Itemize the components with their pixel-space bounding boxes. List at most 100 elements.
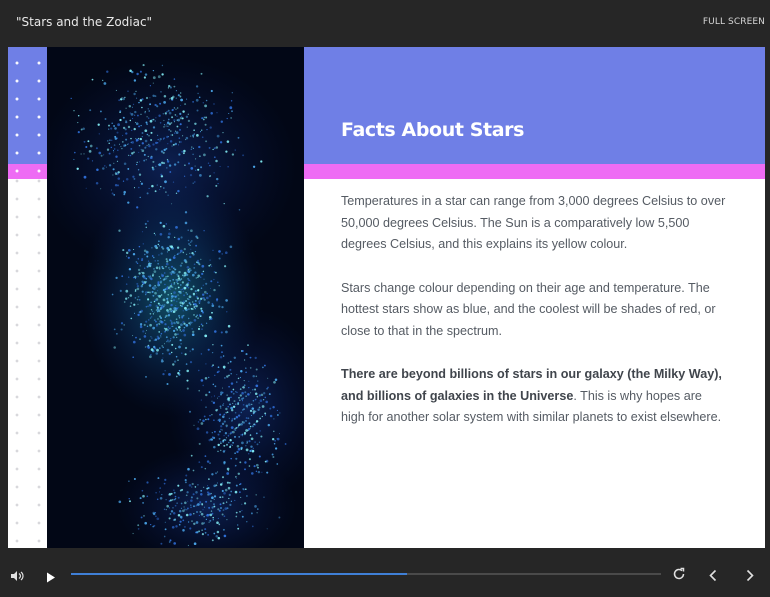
star: [219, 165, 221, 168]
star: [154, 285, 156, 287]
star: [145, 159, 147, 161]
star: [186, 126, 188, 128]
star: [205, 406, 207, 408]
star: [240, 397, 244, 401]
dot-pattern: [8, 179, 47, 548]
star: [117, 177, 121, 180]
star: [234, 499, 236, 501]
star: [177, 161, 180, 164]
star: [133, 151, 135, 154]
star: [187, 277, 190, 280]
star: [231, 110, 233, 113]
previous-slide-button[interactable]: [708, 567, 718, 586]
star: [179, 264, 183, 267]
star: [224, 377, 226, 379]
star: [171, 343, 174, 346]
star: [170, 322, 174, 325]
star: [190, 167, 194, 170]
star: [97, 123, 100, 126]
star: [143, 323, 146, 327]
star: [201, 129, 203, 131]
star: [167, 118, 170, 121]
star: [252, 388, 254, 391]
star: [191, 273, 195, 277]
star: [121, 275, 124, 278]
star: [162, 372, 165, 376]
star: [222, 528, 225, 531]
star-field-image: [47, 47, 304, 548]
star: [228, 497, 230, 500]
star: [235, 511, 238, 514]
player-controls: [0, 552, 770, 597]
star: [259, 399, 263, 402]
star: [125, 255, 128, 257]
star: [240, 370, 243, 373]
star: [244, 488, 247, 491]
star: [159, 315, 162, 318]
star: [188, 322, 190, 324]
star: [204, 467, 207, 470]
star: [168, 340, 170, 343]
star: [171, 134, 174, 136]
star: [235, 457, 238, 460]
star: [193, 263, 196, 266]
star: [201, 328, 203, 330]
star: [214, 330, 217, 333]
star: [213, 172, 215, 174]
fullscreen-button[interactable]: FULL SCREEN: [703, 17, 765, 27]
star: [134, 110, 137, 114]
star: [177, 94, 180, 97]
replay-button[interactable]: [672, 566, 686, 585]
star: [129, 500, 131, 503]
star: [139, 137, 142, 141]
star: [145, 320, 148, 323]
star: [138, 186, 140, 189]
star: [267, 386, 269, 389]
star: [231, 153, 235, 156]
star: [177, 514, 181, 517]
star: [160, 150, 164, 153]
star: [231, 418, 234, 420]
star: [241, 509, 243, 512]
star: [188, 317, 190, 320]
star: [116, 160, 119, 162]
volume-button[interactable]: [10, 567, 24, 586]
star: [117, 171, 120, 174]
star: [213, 278, 215, 281]
star: [192, 303, 195, 306]
star: [152, 287, 154, 289]
star: [185, 363, 188, 365]
star: [249, 434, 252, 436]
star: [260, 393, 264, 397]
star: [87, 157, 90, 160]
star: [228, 417, 230, 419]
star: [74, 151, 76, 154]
star: [244, 461, 247, 464]
star: [218, 396, 220, 398]
star: [264, 414, 267, 416]
progress-bar[interactable]: [71, 573, 661, 575]
star: [167, 326, 170, 328]
play-button[interactable]: [46, 568, 56, 587]
star: [263, 364, 266, 367]
star: [199, 174, 202, 177]
star: [144, 111, 146, 114]
star: [183, 333, 187, 337]
star: [170, 293, 173, 295]
star: [144, 346, 147, 348]
star: [131, 106, 133, 108]
star: [204, 528, 207, 531]
star: [176, 246, 180, 249]
star: [258, 394, 262, 397]
star: [222, 131, 224, 134]
next-slide-button[interactable]: [745, 567, 755, 586]
star: [174, 236, 176, 239]
star: [112, 174, 114, 176]
star: [201, 136, 204, 139]
star: [271, 453, 274, 456]
star: [200, 379, 204, 382]
star: [149, 355, 152, 359]
star: [170, 338, 172, 340]
star: [197, 274, 201, 278]
star: [160, 305, 162, 307]
